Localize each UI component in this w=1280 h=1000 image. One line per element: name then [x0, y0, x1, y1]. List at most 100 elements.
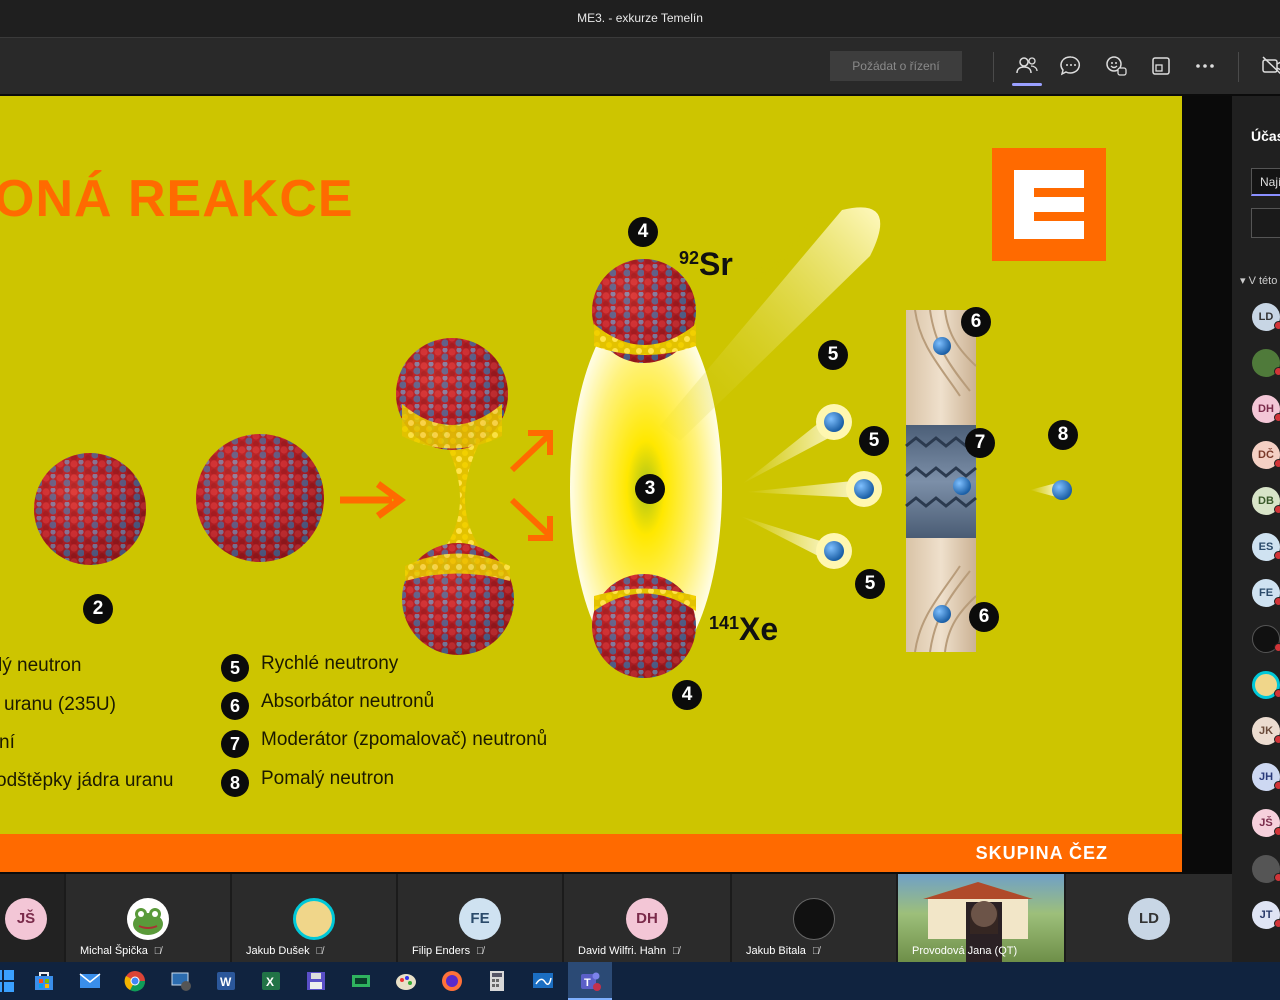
isotope-sr-mass: 92 — [679, 248, 700, 268]
video-tile[interactable]: Jakub Dušek 🎙̸ — [232, 874, 396, 962]
presence-dot — [1274, 689, 1280, 698]
tile-name-text: Michal Špička — [80, 945, 148, 957]
legend-left-3: ní — [0, 732, 15, 753]
presence-dot — [1274, 367, 1280, 376]
firefox-icon[interactable] — [441, 970, 463, 992]
window-title: ME3. - exkurze Temelín — [577, 11, 703, 25]
shared-slide: ONÁ REAKCE záření gama 92Sr 141Xe 2 3 4 … — [0, 96, 1182, 872]
presence-dot — [1274, 413, 1280, 422]
mail-icon[interactable] — [79, 970, 101, 992]
mic-off-icon: 🎙̸ — [672, 946, 680, 957]
mic-off-icon: 🎙̸ — [153, 946, 162, 957]
remote-desktop-icon[interactable] — [170, 970, 192, 992]
live-video-tile[interactable]: Provodová Jana (QT) — [898, 874, 1064, 962]
store-icon[interactable] — [33, 970, 55, 992]
tile-name: David Wilfri. Hahn 🎙̸ — [578, 945, 680, 957]
whiteboard-icon[interactable] — [532, 970, 554, 992]
tile-avatar: JŠ — [5, 898, 47, 940]
tile-name-text: David Wilfri. Hahn — [578, 945, 667, 957]
legend-num-8: 8 — [221, 769, 249, 797]
participants-panel: Účastníci ▾ V této schůzce LD DH DČ DB E… — [1232, 96, 1280, 962]
presence-dot — [1274, 505, 1280, 514]
svg-text:T: T — [584, 977, 591, 989]
tile-name: Jakub Bitala 🎙̸ — [746, 945, 819, 957]
more-icon[interactable] — [1192, 53, 1218, 79]
legend-slow-neutron: Pomalý neutron — [261, 768, 395, 789]
video-strip: JŠ Michal Špička 🎙̸ Jakub Dušek 🎙̸ FE Fili… — [0, 874, 1232, 962]
svg-text:W: W — [220, 975, 232, 989]
chrome-icon[interactable] — [124, 970, 146, 992]
chat-icon[interactable] — [1058, 53, 1084, 79]
tile-name: Filip Enders 🎙̸ — [412, 945, 484, 957]
paint-icon[interactable] — [395, 970, 417, 992]
invite-box[interactable] — [1251, 208, 1280, 238]
slide-footer-bar: SKUPINA ČEZ — [0, 834, 1182, 872]
panel-title: Účastníci — [1251, 128, 1280, 144]
reactions-icon[interactable] — [1103, 53, 1129, 79]
floppy-icon[interactable] — [305, 970, 327, 992]
marker-8: 8 — [1048, 420, 1078, 450]
legend-left-2: uranu (235U) — [4, 694, 116, 715]
panel-section-header[interactable]: ▾ V této schůzce — [1240, 274, 1280, 287]
photo-avatar — [793, 898, 835, 940]
marker-3: 3 — [635, 474, 665, 504]
tile-name-text: Jakub Dušek — [246, 945, 310, 957]
tile-name-text: Provodová Jana (QT) — [912, 945, 1018, 957]
video-tile[interactable]: Jakub Bitala 🎙̸ — [732, 874, 896, 962]
video-tile[interactable]: FE Filip Enders 🎙̸ — [398, 874, 562, 962]
word-icon[interactable]: W — [215, 970, 237, 992]
start-icon[interactable] — [0, 970, 14, 992]
toolbar-divider — [993, 52, 994, 82]
legend-left-4: odštěpky jádra uranu — [0, 770, 174, 791]
legend-num-5: 5 — [221, 654, 249, 682]
legend-num-7: 7 — [221, 730, 249, 758]
isotope-xe-symbol: Xe — [739, 611, 779, 647]
panel-section-label: V této schůzce — [1248, 275, 1280, 287]
cartoon-avatar — [293, 898, 335, 940]
calculator-icon[interactable] — [486, 970, 508, 992]
presence-dot — [1274, 643, 1280, 652]
camera-off-icon[interactable] — [1260, 53, 1280, 79]
tile-avatar: DH — [626, 898, 668, 940]
video-tile[interactable]: Michal Špička 🎙̸ — [66, 874, 230, 962]
stage-gap — [1182, 96, 1232, 872]
room-icon[interactable] — [1148, 53, 1174, 79]
teams-icon[interactable]: T — [579, 970, 601, 992]
meeting-toolbar: Požádat o řízení — [0, 37, 1280, 94]
tile-name-text: Filip Enders — [412, 945, 471, 957]
marker-5-mid: 5 — [859, 426, 889, 456]
isotope-sr: 92Sr — [679, 246, 733, 283]
request-control-button[interactable]: Požádat o řízení — [830, 51, 962, 81]
marker-5-top: 5 — [818, 340, 848, 370]
isotope-xe-mass: 141 — [709, 613, 740, 633]
marker-4-top: 4 — [628, 217, 658, 247]
slide-title: ONÁ REAKCE — [0, 170, 354, 228]
people-icon[interactable] — [1014, 53, 1040, 79]
video-tile[interactable]: JŠ — [0, 874, 64, 962]
legend-left-1: lý neutron — [0, 655, 82, 676]
windows-taskbar: W X T — [0, 962, 1280, 1000]
presence-dot — [1274, 873, 1280, 882]
video-tile[interactable]: LD — [1066, 874, 1232, 962]
tile-name: Jakub Dušek 🎙̸ — [246, 945, 323, 957]
mic-off-icon: 🎙̸ — [315, 946, 324, 957]
toolbar-divider — [1238, 52, 1239, 82]
marker-6-top: 6 — [961, 307, 991, 337]
isotope-sr-symbol: Sr — [699, 246, 733, 282]
presence-dot — [1274, 459, 1280, 468]
media-icon[interactable] — [350, 970, 372, 992]
active-tab-indicator — [1012, 83, 1042, 86]
legend-num-6: 6 — [221, 692, 249, 720]
video-tile[interactable]: DH David Wilfri. Hahn 🎙̸ — [564, 874, 730, 962]
marker-7: 7 — [965, 428, 995, 458]
frog-avatar — [127, 898, 169, 940]
isotope-xe: 141Xe — [709, 611, 778, 648]
cez-logo — [992, 148, 1106, 261]
tile-avatar: LD — [1128, 898, 1170, 940]
legend-fast-neutrons: Rychlé neutrony — [261, 653, 399, 674]
participant-search-input[interactable] — [1251, 168, 1280, 196]
tile-name: Provodová Jana (QT) — [912, 945, 1017, 957]
excel-icon[interactable]: X — [260, 970, 282, 992]
tile-avatar: FE — [459, 898, 501, 940]
presence-dot — [1274, 781, 1280, 790]
